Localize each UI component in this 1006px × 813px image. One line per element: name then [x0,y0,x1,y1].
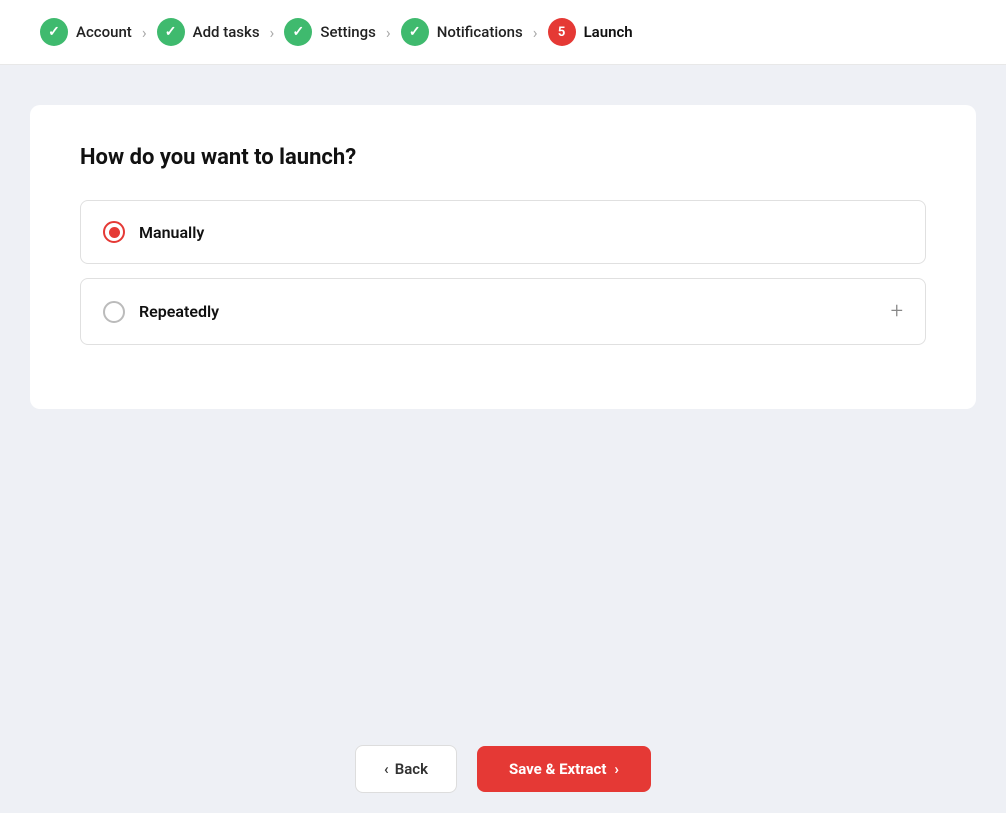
chevron-icon-3: › [386,23,391,42]
option-repeatedly[interactable]: Repeatedly + [80,278,926,345]
radio-manually-dot [109,227,120,238]
step-launch-label: Launch [584,23,633,41]
chevron-icon-2: › [270,23,275,42]
chevron-icon-4: › [533,23,538,42]
plus-icon: + [891,299,903,324]
stepper: ✓ Account › ✓ Add tasks › ✓ Settings › ✓… [0,0,1006,65]
back-button[interactable]: ‹ Back [355,745,457,793]
step-launch[interactable]: 5 Launch [548,18,633,46]
step-settings[interactable]: ✓ Settings [284,18,376,46]
save-button-label: Save & Extract [509,760,606,778]
save-chevron-icon: › [614,760,619,778]
main-content: How do you want to launch? Manually Repe… [0,65,1006,725]
step-account[interactable]: ✓ Account [40,18,132,46]
save-extract-button[interactable]: Save & Extract › [477,746,651,792]
card-title: How do you want to launch? [80,145,926,170]
step-account-icon: ✓ [40,18,68,46]
option-manually[interactable]: Manually [80,200,926,264]
option-repeatedly-label: Repeatedly [139,302,219,321]
step-notifications-label: Notifications [437,23,523,41]
step-notifications-icon: ✓ [401,18,429,46]
step-add-tasks-icon: ✓ [157,18,185,46]
step-launch-icon: 5 [548,18,576,46]
back-chevron-icon: ‹ [384,760,389,778]
step-settings-label: Settings [320,23,376,41]
step-notifications[interactable]: ✓ Notifications [401,18,523,46]
footer: ‹ Back Save & Extract › [0,725,1006,813]
chevron-icon-1: › [142,23,147,42]
option-manually-label: Manually [139,223,204,242]
radio-repeatedly[interactable] [103,301,125,323]
step-account-label: Account [76,23,132,41]
option-repeatedly-left: Repeatedly [103,301,219,323]
radio-manually[interactable] [103,221,125,243]
option-manually-left: Manually [103,221,204,243]
step-settings-icon: ✓ [284,18,312,46]
step-add-tasks-label: Add tasks [193,23,260,41]
launch-card: How do you want to launch? Manually Repe… [30,105,976,409]
step-add-tasks[interactable]: ✓ Add tasks [157,18,260,46]
back-button-label: Back [395,760,428,778]
